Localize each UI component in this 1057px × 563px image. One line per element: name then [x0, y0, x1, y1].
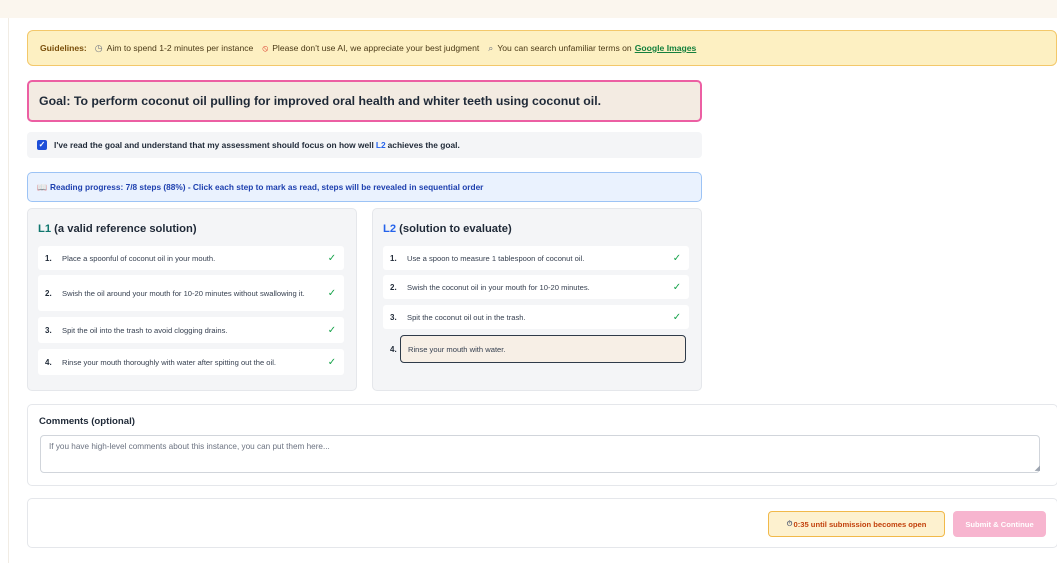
- l2-step-3[interactable]: 3. Spit the coconut oil out in the trash…: [383, 305, 689, 329]
- ban-icon: ⦸: [262, 42, 269, 53]
- step-number: 2.: [45, 288, 52, 298]
- guideline-time-text: Aim to spend 1-2 minutes per instance: [106, 43, 254, 53]
- step-number: 1.: [45, 253, 52, 263]
- step-text: Use a spoon to measure 1 tablespoon of c…: [407, 253, 585, 263]
- footer-bar: ⏱ 0:35 until submission becomes open Sub…: [27, 498, 1057, 548]
- page: Guidelines: ◷ Aim to spend 1-2 minutes p…: [8, 18, 1057, 563]
- l1-panel: L1 (a valid reference solution) 1. Place…: [27, 208, 357, 391]
- l1-step-3[interactable]: 3. Spit the oil into the trash to avoid …: [38, 317, 344, 343]
- acknowledge-checkbox[interactable]: ✓: [37, 140, 47, 150]
- book-icon: 📖: [37, 182, 47, 192]
- step-text: Rinse your mouth with water.: [408, 344, 506, 354]
- l2-step-1[interactable]: 1. Use a spoon to measure 1 tablespoon o…: [383, 246, 689, 270]
- guideline-search-text: You can search unfamiliar terms on: [497, 43, 632, 53]
- guideline-no-ai: ⦸ Please don't use AI, we appreciate you…: [262, 43, 479, 54]
- comments-title: Comments (optional): [39, 416, 135, 427]
- l2-label: L2: [383, 223, 397, 235]
- step-text: Swish the oil around your mouth for 10-2…: [62, 288, 305, 298]
- top-strip: [0, 0, 1057, 18]
- l2-step-4[interactable]: Rinse your mouth with water.: [400, 335, 686, 363]
- timer-text: 0:35 until submission becomes open: [793, 519, 927, 529]
- step-number: 4.: [45, 357, 52, 367]
- check-icon: ✓: [672, 281, 682, 293]
- resize-handle-icon[interactable]: ◢: [1035, 464, 1040, 472]
- guideline-search: ⌕ You can search unfamiliar terms on Goo…: [488, 43, 696, 54]
- check-icon: ✓: [672, 311, 682, 323]
- guideline-no-ai-text: Please don't use AI, we appreciate your …: [272, 43, 480, 53]
- clock-icon: ◷: [94, 42, 103, 53]
- l1-subtitle: (a valid reference solution): [54, 223, 197, 235]
- check-icon: ✓: [672, 252, 682, 264]
- submit-continue-button[interactable]: Submit & Continue: [953, 511, 1046, 537]
- l2-subtitle: (solution to evaluate): [399, 223, 512, 235]
- goal-text: Goal: To perform coconut oil pulling for…: [39, 94, 602, 108]
- l2-title: L2 (solution to evaluate): [383, 223, 512, 235]
- step-text: Spit the coconut oil out in the trash.: [407, 312, 526, 322]
- step-number: 2.: [390, 282, 397, 292]
- l1-step-4[interactable]: 4. Rinse your mouth thoroughly with wate…: [38, 349, 344, 375]
- guidelines-banner: Guidelines: ◷ Aim to spend 1-2 minutes p…: [27, 30, 1057, 66]
- comments-section: Comments (optional) ◢: [27, 404, 1057, 486]
- submission-timer: ⏱ 0:35 until submission becomes open: [768, 511, 945, 537]
- guideline-time: ◷ Aim to spend 1-2 minutes per instance: [95, 43, 254, 54]
- acknowledge-text-before: I've read the goal and understand that m…: [54, 140, 374, 150]
- step-number: 1.: [390, 253, 397, 263]
- reading-progress-text: Reading progress: 7/8 steps (88%) - Clic…: [49, 182, 484, 192]
- comments-input[interactable]: [40, 435, 1040, 473]
- google-images-link[interactable]: Google Images: [635, 43, 697, 53]
- guidelines-title: Guidelines:: [40, 43, 87, 53]
- step-number: 3.: [390, 312, 397, 322]
- step-text: Rinse your mouth thoroughly with water a…: [62, 357, 277, 367]
- step-text: Swish the coconut oil in your mouth for …: [407, 282, 590, 292]
- l2-panel: L2 (solution to evaluate) 1. Use a spoon…: [372, 208, 702, 391]
- stopwatch-icon: ⏱: [786, 519, 793, 528]
- l1-step-1[interactable]: 1. Place a spoonful of coconut oil in yo…: [38, 246, 344, 270]
- l1-step-2[interactable]: 2. Swish the oil around your mouth for 1…: [38, 275, 344, 311]
- goal-box: Goal: To perform coconut oil pulling for…: [27, 80, 702, 122]
- step-text: Place a spoonful of coconut oil in your …: [62, 253, 216, 263]
- step-text: Spit the oil into the trash to avoid clo…: [62, 325, 228, 335]
- check-icon: ✓: [327, 252, 337, 264]
- l1-title: L1 (a valid reference solution): [38, 223, 197, 235]
- l1-label: L1: [38, 223, 52, 235]
- l2-step-4-row: 4. Rinse your mouth with water.: [383, 335, 689, 363]
- reading-progress: 📖 Reading progress: 7/8 steps (88%) - Cl…: [27, 172, 702, 202]
- check-icon: ✓: [327, 324, 337, 336]
- step-number: 3.: [45, 325, 52, 335]
- magnifier-icon: ⌕: [488, 42, 494, 53]
- check-icon: ✓: [327, 287, 337, 299]
- acknowledge-l2: L2: [375, 140, 386, 150]
- acknowledge-text-after: achieves the goal.: [387, 140, 460, 150]
- check-icon: ✓: [327, 356, 337, 368]
- l2-step-2[interactable]: 2. Swish the coconut oil in your mouth f…: [383, 275, 689, 299]
- acknowledge-row[interactable]: ✓ I've read the goal and understand that…: [27, 132, 702, 158]
